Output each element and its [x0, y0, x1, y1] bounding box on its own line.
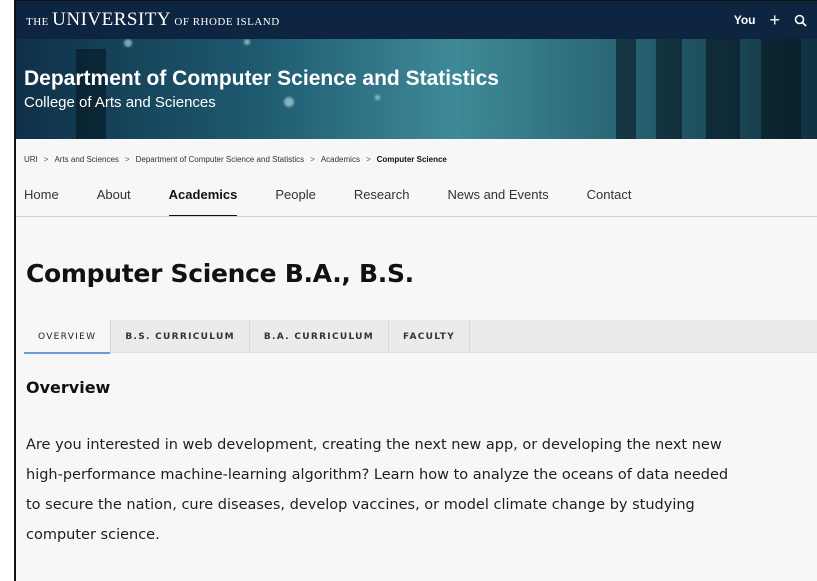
nav-item-people[interactable]: People: [275, 187, 315, 217]
overview-paragraph: Are you interested in web development, c…: [26, 430, 816, 550]
banner-decoration: [616, 39, 636, 139]
page-title: Computer Science B.A., B.S.: [26, 259, 414, 288]
page-frame: THE UNIVERSITY OF RHODE ISLAND You + Dep…: [14, 0, 817, 581]
nav-item-news-and-events[interactable]: News and Events: [447, 187, 548, 217]
banner-decoration: [124, 39, 132, 47]
banner-decoration: [761, 39, 801, 139]
breadcrumb: URI > Arts and Sciences > Department of Comp…: [24, 155, 447, 164]
breadcrumb-separator: >: [124, 155, 130, 164]
overview-line: computer science.: [26, 527, 160, 543]
tab-ba-curriculum[interactable]: B.A. CURRICULUM: [250, 320, 390, 353]
nav-item-contact[interactable]: Contact: [587, 187, 632, 217]
search-icon[interactable]: [794, 14, 807, 27]
main-nav: Home About Academics People Research New…: [24, 187, 669, 217]
you-menu-button[interactable]: You: [734, 13, 756, 27]
breadcrumb-arts-and-sciences[interactable]: Arts and Sciences: [54, 155, 118, 164]
overview-line: Are you interested in web development, c…: [26, 437, 722, 453]
plus-menu-button[interactable]: +: [769, 11, 780, 29]
nav-item-academics[interactable]: Academics: [168, 187, 237, 217]
banner-text: Department of Computer Science and Stati…: [24, 66, 499, 113]
department-banner: Department of Computer Science and Stati…: [16, 39, 817, 139]
nav-item-research[interactable]: Research: [354, 187, 410, 217]
overview-line: high-performance machine-learning algori…: [26, 467, 729, 483]
banner-decoration: [656, 39, 682, 139]
brand-university: UNIVERSITY: [52, 9, 172, 30]
tab-faculty[interactable]: FACULTY: [389, 320, 471, 353]
nav-item-about[interactable]: About: [97, 187, 131, 217]
breadcrumb-separator: >: [43, 155, 49, 164]
breadcrumb-uri[interactable]: URI: [24, 155, 38, 164]
breadcrumb-current: Computer Science: [376, 155, 447, 164]
college-name[interactable]: College of Arts and Sciences: [24, 93, 499, 113]
breadcrumb-separator: >: [365, 155, 371, 164]
banner-decoration: [706, 39, 740, 139]
banner-decoration: [244, 39, 250, 45]
tab-overview[interactable]: OVERVIEW: [24, 320, 112, 354]
nav-item-home[interactable]: Home: [24, 187, 59, 217]
brand-of-rhode-island: OF RHODE ISLAND: [171, 16, 280, 28]
breadcrumb-department[interactable]: Department of Computer Science and Stati…: [136, 155, 305, 164]
brand-the: THE: [26, 16, 53, 28]
top-bar: THE UNIVERSITY OF RHODE ISLAND You +: [16, 1, 817, 39]
breadcrumb-separator: >: [310, 155, 315, 164]
university-logo[interactable]: THE UNIVERSITY OF RHODE ISLAND: [26, 9, 280, 31]
tab-bs-curriculum[interactable]: B.S. CURRICULUM: [111, 320, 250, 353]
nav-divider: [16, 216, 817, 217]
overview-heading: Overview: [26, 378, 111, 397]
breadcrumb-academics[interactable]: Academics: [321, 155, 360, 164]
overview-line: to secure the nation, cure diseases, dev…: [26, 497, 695, 513]
department-title[interactable]: Department of Computer Science and Stati…: [24, 66, 499, 92]
top-actions: You +: [734, 11, 807, 29]
program-tabs: OVERVIEW B.S. CURRICULUM B.A. CURRICULUM…: [24, 320, 817, 354]
